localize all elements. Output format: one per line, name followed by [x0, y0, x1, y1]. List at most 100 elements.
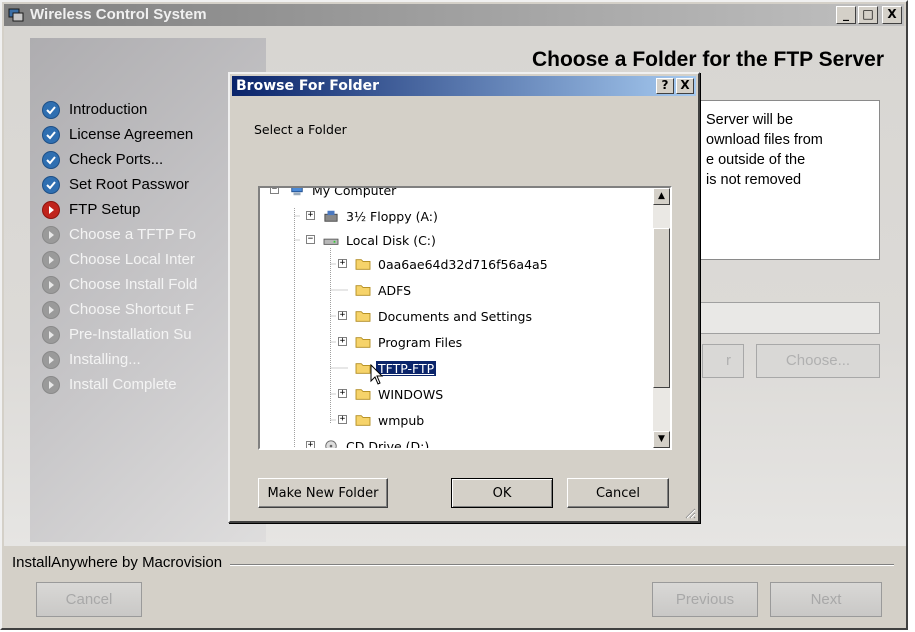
- choose-button[interactable]: Choose...: [756, 344, 880, 378]
- tree-node-folder[interactable]: WINDOWS: [354, 385, 445, 403]
- tree-expand-toggle[interactable]: +: [338, 337, 347, 346]
- mouse-cursor-icon: [370, 364, 384, 385]
- computer-icon: [291, 188, 303, 196]
- step-label: Choose Shortcut F: [69, 301, 195, 318]
- tree-expand-toggle[interactable]: +: [338, 389, 347, 398]
- scroll-down-icon[interactable]: ▼: [653, 431, 670, 448]
- tree-node-my-computer[interactable]: My Computer: [288, 186, 398, 199]
- dialog-cancel-button[interactable]: Cancel: [567, 478, 669, 508]
- step-item: Introduction: [42, 97, 197, 122]
- dialog-title: Browse For Folder: [236, 78, 380, 94]
- arrow-right-icon: [42, 350, 60, 369]
- minimize-button[interactable]: _: [836, 6, 856, 24]
- tree-node-label: TFTP-FTP: [374, 359, 438, 377]
- step-label: Choose Install Fold: [69, 276, 198, 293]
- check-icon: [42, 150, 60, 169]
- check-icon: [42, 125, 60, 144]
- maximize-button[interactable]: □: [858, 6, 878, 24]
- cancel-button[interactable]: Cancel: [36, 582, 142, 617]
- close-button[interactable]: X: [882, 6, 902, 24]
- step-item: Check Ports...: [42, 147, 197, 172]
- description-line: Server will be: [706, 112, 794, 128]
- step-item: Pre-Installation Su: [42, 322, 197, 347]
- cd-drive-icon: [325, 440, 337, 448]
- scroll-thumb[interactable]: [653, 228, 670, 388]
- tree-node-folder-selected[interactable]: TFTP-FTP: [354, 359, 438, 377]
- ok-button[interactable]: OK: [451, 478, 553, 508]
- tree-node-label: Program Files: [378, 334, 463, 350]
- tree-node-label: Local Disk (C:): [346, 232, 436, 248]
- folder-tree[interactable]: − My Computer + 3½ Floppy (A:) − Local D…: [258, 186, 672, 450]
- dialog-close-button[interactable]: X: [676, 78, 694, 94]
- folder-icon: [355, 311, 371, 322]
- tree-node-local-disk[interactable]: Local Disk (C:): [322, 231, 438, 249]
- step-label: Installing...: [69, 351, 141, 368]
- steps-list: Introduction License Agreemen Check Port…: [42, 97, 197, 397]
- arrow-right-icon: [42, 250, 60, 269]
- arrow-right-icon: [42, 300, 60, 319]
- previous-button[interactable]: Previous: [652, 582, 758, 617]
- step-label: Set Root Passwor: [69, 176, 190, 193]
- next-button[interactable]: Next: [770, 582, 882, 617]
- tree-node-folder[interactable]: wmpub: [354, 411, 426, 429]
- dialog-titlebar[interactable]: Browse For Folder ? X: [232, 76, 696, 96]
- step-item: Choose Shortcut F: [42, 297, 197, 322]
- tree-node-label: Documents and Settings: [378, 308, 533, 324]
- step-label: License Agreemen: [69, 126, 194, 143]
- step-item: License Agreemen: [42, 122, 197, 147]
- step-label: FTP Setup: [69, 201, 141, 218]
- scroll-up-icon[interactable]: ▲: [653, 188, 670, 205]
- step-item: Choose Local Inter: [42, 247, 197, 272]
- floppy-icon: [324, 210, 338, 222]
- description-line: e outside of the: [706, 152, 806, 168]
- tree-expand-toggle[interactable]: +: [338, 415, 347, 424]
- step-label: Pre-Installation Su: [69, 326, 192, 343]
- tree-node-label: CD Drive (D:): [346, 438, 430, 450]
- step-label: Introduction: [69, 101, 148, 118]
- tree-node-floppy[interactable]: 3½ Floppy (A:): [322, 207, 440, 225]
- browse-folder-dialog: Browse For Folder ? X Select a Folder − …: [228, 72, 700, 523]
- tree-scrollbar[interactable]: ▲ ▼: [653, 188, 670, 448]
- restore-default-button[interactable]: r: [702, 344, 744, 378]
- folder-icon: [355, 337, 371, 348]
- tree-node-folder[interactable]: Program Files: [354, 333, 464, 351]
- tree-node-label: wmpub: [378, 412, 425, 428]
- folder-icon: [355, 259, 371, 270]
- tree-expand-toggle[interactable]: +: [338, 311, 347, 320]
- resize-grip-icon[interactable]: [684, 507, 696, 519]
- tree-node-label: WINDOWS: [378, 386, 444, 402]
- step-label: Choose Local Inter: [69, 251, 195, 268]
- step-label: Choose a TFTP Fo: [69, 226, 197, 243]
- window-titlebar[interactable]: Wireless Control System _ □ X: [4, 4, 904, 26]
- tree-collapse-toggle[interactable]: −: [306, 235, 315, 244]
- tree-expand-toggle[interactable]: +: [306, 211, 315, 220]
- tree-node-label: 0aa6ae64d32d716f56a4a5: [378, 256, 548, 272]
- tree-expand-toggle[interactable]: +: [306, 441, 315, 448]
- arrow-right-icon: [42, 375, 60, 394]
- arrow-right-icon: [42, 275, 60, 294]
- tree-expand-toggle[interactable]: +: [338, 259, 347, 268]
- step-item: Choose a TFTP Fo: [42, 222, 197, 247]
- page-title: Choose a Folder for the FTP Server: [531, 48, 884, 71]
- tree-node-cd-drive[interactable]: CD Drive (D:): [322, 437, 431, 450]
- tree-node-label: My Computer: [312, 186, 397, 198]
- disk-icon: [323, 238, 339, 245]
- tree-node-label: ADFS: [378, 282, 412, 298]
- tree-node-folder[interactable]: Documents and Settings: [354, 307, 534, 325]
- step-item: Set Root Passwor: [42, 172, 197, 197]
- description-text: Server will be ownload files from e outs…: [706, 110, 876, 190]
- dialog-prompt: Select a Folder: [254, 122, 347, 137]
- help-button[interactable]: ?: [656, 78, 674, 94]
- footer-label: InstallAnywhere by Macrovision: [12, 554, 231, 571]
- step-item: Choose Install Fold: [42, 272, 197, 297]
- tree-collapse-toggle[interactable]: −: [270, 188, 279, 194]
- make-new-folder-button[interactable]: Make New Folder: [258, 478, 388, 508]
- description-line: ownload files from: [706, 132, 823, 148]
- window-title: Wireless Control System: [30, 6, 207, 23]
- step-item: Installing...: [42, 347, 197, 372]
- tree-node-folder[interactable]: ADFS: [354, 281, 413, 299]
- step-item-current: FTP Setup: [42, 197, 197, 222]
- step-label: Install Complete: [69, 376, 177, 393]
- tree-node-folder[interactable]: 0aa6ae64d32d716f56a4a5: [354, 255, 550, 273]
- tree-node-label: 3½ Floppy (A:): [346, 208, 438, 224]
